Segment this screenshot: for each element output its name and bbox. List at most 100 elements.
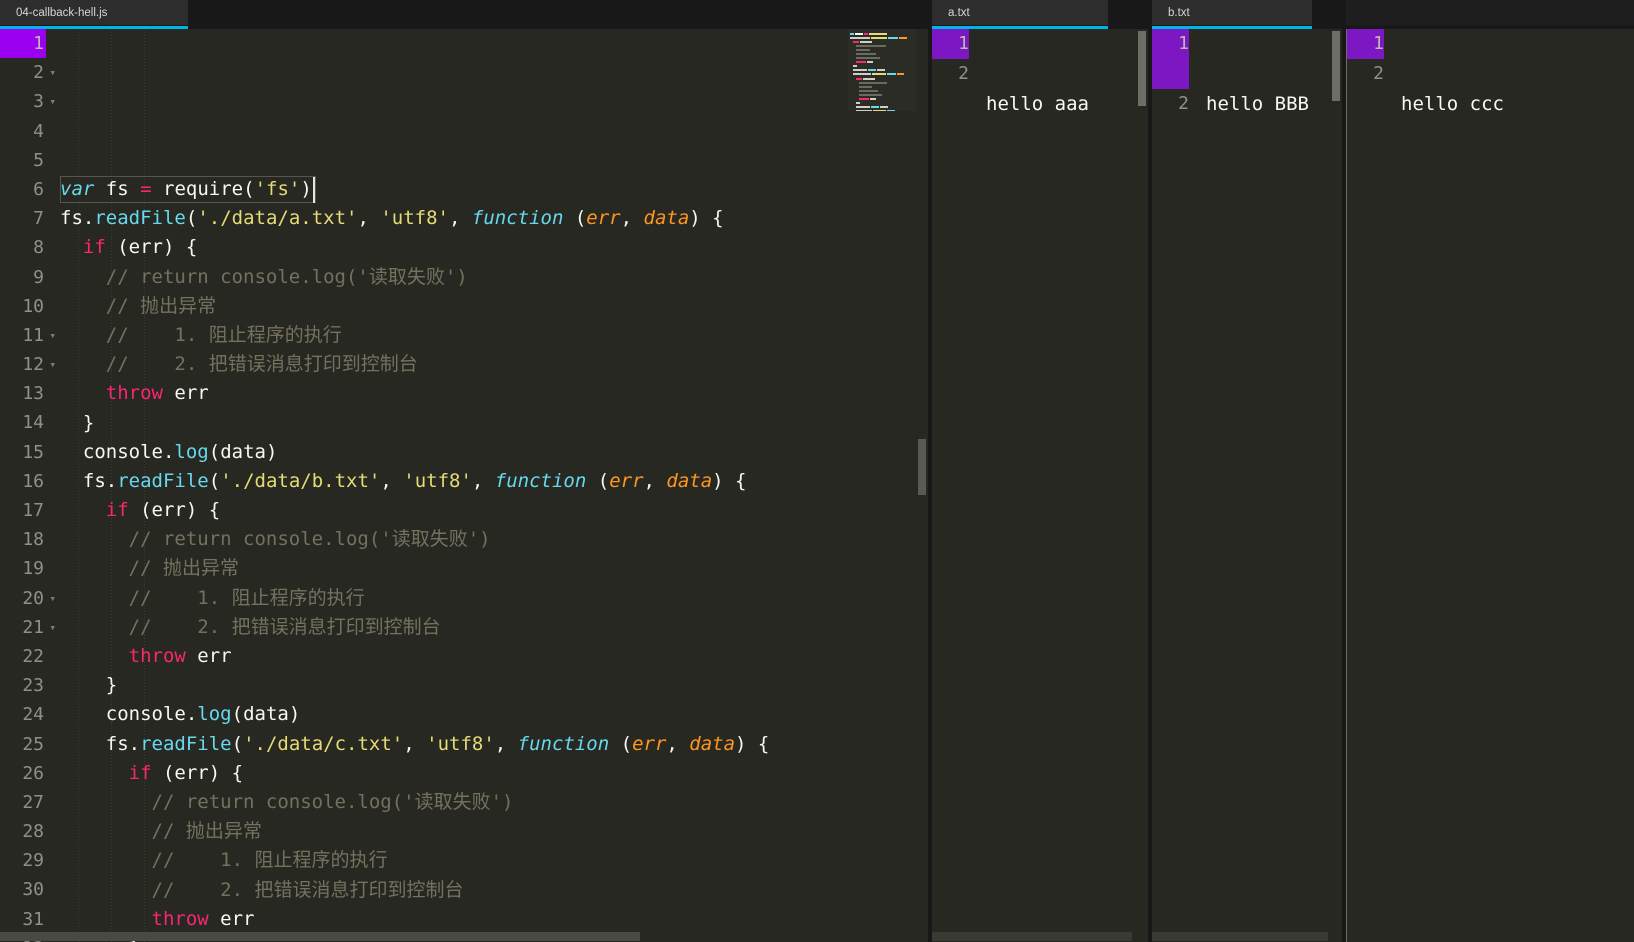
tab-a-txt[interactable]: a.txt	[932, 0, 1108, 25]
code-line[interactable]: if (err) {	[60, 233, 928, 262]
a-txt-tabbar: a.txt	[932, 0, 1148, 26]
line-number: 1	[1152, 29, 1189, 89]
b-txt-body[interactable]: 1 2 hello BBB	[1152, 29, 1342, 942]
text-line: hello ccc	[1401, 93, 1504, 115]
a-txt-body[interactable]: 1 2 hello aaa	[932, 29, 1148, 942]
line-number: 22	[22, 645, 44, 667]
text-line: hello BBB	[1206, 93, 1309, 115]
code-line[interactable]: // 2. 把错误消息打印到控制台	[60, 613, 928, 642]
cursor-line-box	[60, 176, 316, 204]
b-txt-content[interactable]: hello BBB	[1196, 29, 1342, 942]
line-number: 11 ▾	[0, 321, 56, 350]
code-line[interactable]: // 抛出异常	[60, 292, 928, 321]
line-number-gutter: 1 2 ▾ 3 ▾ 4 5 6 7 8 9 10 11 ▾ 12 ▾ 13 14 15 16 17 18 19 20 ▾ 21 ▾ 2…	[0, 29, 56, 942]
code-line[interactable]: // 2. 把错误消息打印到控制台	[60, 350, 928, 379]
line-number: 15	[22, 441, 44, 463]
code-line[interactable]: // 抛出异常	[60, 817, 928, 846]
line-number: 2	[958, 63, 969, 84]
b-txt-gutter: 1 2	[1152, 29, 1196, 942]
line-number: 25	[22, 733, 44, 755]
code-line[interactable]: // 1. 阻止程序的执行	[60, 321, 928, 350]
line-number: 5	[33, 149, 44, 171]
line-number: 20 ▾	[0, 584, 56, 613]
a-txt-vertical-scrollbar[interactable]	[1136, 29, 1148, 942]
code-vertical-scrollbar[interactable]	[916, 29, 928, 942]
editor-window: 04-callback-hell.js 1 2 ▾ 3 ▾ 4 5 6 7 8 9 10 11 ▾ 12 ▾ 1…	[0, 0, 1634, 942]
code-line[interactable]: // return console.log('读取失败')	[60, 788, 928, 817]
code-line[interactable]: console.log(data)	[60, 700, 928, 729]
line-number: 14	[22, 412, 44, 434]
line-number: 1	[1347, 29, 1384, 59]
code-line[interactable]: console.log(data)	[60, 438, 928, 467]
line-number: 13	[22, 383, 44, 405]
line-number: 1	[0, 29, 46, 59]
tab-label: b.txt	[1168, 6, 1190, 19]
line-number: 21 ▾	[0, 613, 56, 642]
b-txt-pane: b.txt 1 2 hello BBB	[1152, 0, 1342, 942]
line-number: 9	[33, 266, 44, 288]
tab-empty[interactable]	[1346, 0, 1634, 25]
a-txt-content[interactable]: hello aaa	[976, 29, 1148, 942]
code-line[interactable]: // return console.log('读取失败')	[60, 525, 928, 554]
code-surface[interactable]: 1 2 ▾ 3 ▾ 4 5 6 7 8 9 10 11 ▾ 12 ▾ 13 14 15 16 17 18 19 20 ▾ 21 ▾ 2…	[0, 29, 928, 942]
code-line[interactable]: fs.readFile('./data/c.txt', 'utf8', func…	[60, 730, 928, 759]
minimap[interactable]	[848, 29, 916, 111]
code-line[interactable]: fs.readFile('./data/a.txt', 'utf8', func…	[60, 204, 928, 233]
code-line[interactable]: // 1. 阻止程序的执行	[60, 584, 928, 613]
tabbar-empty-space[interactable]	[188, 0, 928, 25]
line-number: 1	[932, 29, 969, 59]
line-number: 29	[22, 850, 44, 872]
line-number: 12 ▾	[0, 350, 56, 379]
line-number: 10	[22, 295, 44, 317]
b-txt-vertical-scrollbar[interactable]	[1330, 29, 1342, 942]
line-number: 3 ▾	[0, 87, 56, 116]
line-number: 17	[22, 500, 44, 521]
line-number: 19	[22, 558, 44, 580]
text-line: hello aaa	[986, 93, 1089, 115]
tabbar-empty-space[interactable]	[1108, 0, 1148, 25]
line-number: 18	[22, 529, 44, 551]
a-txt-gutter: 1 2	[932, 29, 976, 942]
line-number: 27	[22, 791, 44, 813]
line-number: 2 ▾	[0, 58, 56, 87]
code-line[interactable]: var fs = require('fs')	[60, 175, 928, 204]
tab-label: 04-callback-hell.js	[16, 6, 108, 19]
code-line[interactable]: throw err	[60, 642, 928, 671]
code-line[interactable]: // return console.log('读取失败')	[60, 263, 928, 292]
b-txt-tabbar: b.txt	[1152, 0, 1342, 26]
code-line[interactable]: }	[60, 671, 928, 700]
line-number: 16	[22, 470, 44, 492]
c-txt-body[interactable]: 1 2 hello ccc	[1346, 29, 1634, 942]
c-txt-gutter: 1 2	[1347, 29, 1391, 942]
line-number: 2	[1373, 63, 1384, 84]
code-text-area[interactable]: var fs = require('fs') fs.readFile('./dat…	[52, 29, 928, 942]
code-horizontal-scrollbar[interactable]	[0, 930, 928, 942]
code-line[interactable]: // 2. 把错误消息打印到控制台	[60, 876, 928, 905]
b-txt-horizontal-scrollbar[interactable]	[1152, 930, 1342, 942]
c-txt-content[interactable]: hello ccc	[1391, 29, 1634, 942]
code-line[interactable]: if (err) {	[60, 759, 928, 788]
c-txt-pane: 1 2 hello ccc	[1346, 0, 1634, 942]
code-tabbar: 04-callback-hell.js	[0, 0, 928, 26]
code-editor-pane: 04-callback-hell.js 1 2 ▾ 3 ▾ 4 5 6 7 8 9 10 11 ▾ 12 ▾ 1…	[0, 0, 928, 942]
a-txt-horizontal-scrollbar[interactable]	[932, 930, 1148, 942]
line-number: 24	[22, 704, 44, 726]
code-line[interactable]: fs.readFile('./data/b.txt', 'utf8', func…	[60, 467, 928, 496]
code-line[interactable]: if (err) {	[60, 496, 928, 525]
line-number: 23	[22, 675, 44, 697]
tab-b-txt[interactable]: b.txt	[1152, 0, 1312, 25]
code-line[interactable]: }	[60, 409, 928, 438]
text-caret	[312, 177, 315, 204]
tabbar-empty-space[interactable]	[1312, 0, 1342, 25]
line-number: 28	[22, 821, 44, 843]
tab-label: a.txt	[948, 6, 970, 19]
line-number: 2	[1178, 93, 1189, 114]
a-txt-pane: a.txt 1 2 hello aaa	[932, 0, 1148, 942]
code-line[interactable]: // 抛出异常	[60, 554, 928, 583]
code-line[interactable]: throw err	[60, 379, 928, 408]
line-number: 4	[33, 120, 44, 142]
code-line[interactable]: // 1. 阻止程序的执行	[60, 846, 928, 875]
line-number: 30	[22, 879, 44, 901]
code-body: 1 2 ▾ 3 ▾ 4 5 6 7 8 9 10 11 ▾ 12 ▾ 13 14 15 16 17 18 19 20 ▾ 21 ▾ 2…	[0, 29, 928, 942]
tab-04-callback-hell-js[interactable]: 04-callback-hell.js	[0, 0, 188, 25]
